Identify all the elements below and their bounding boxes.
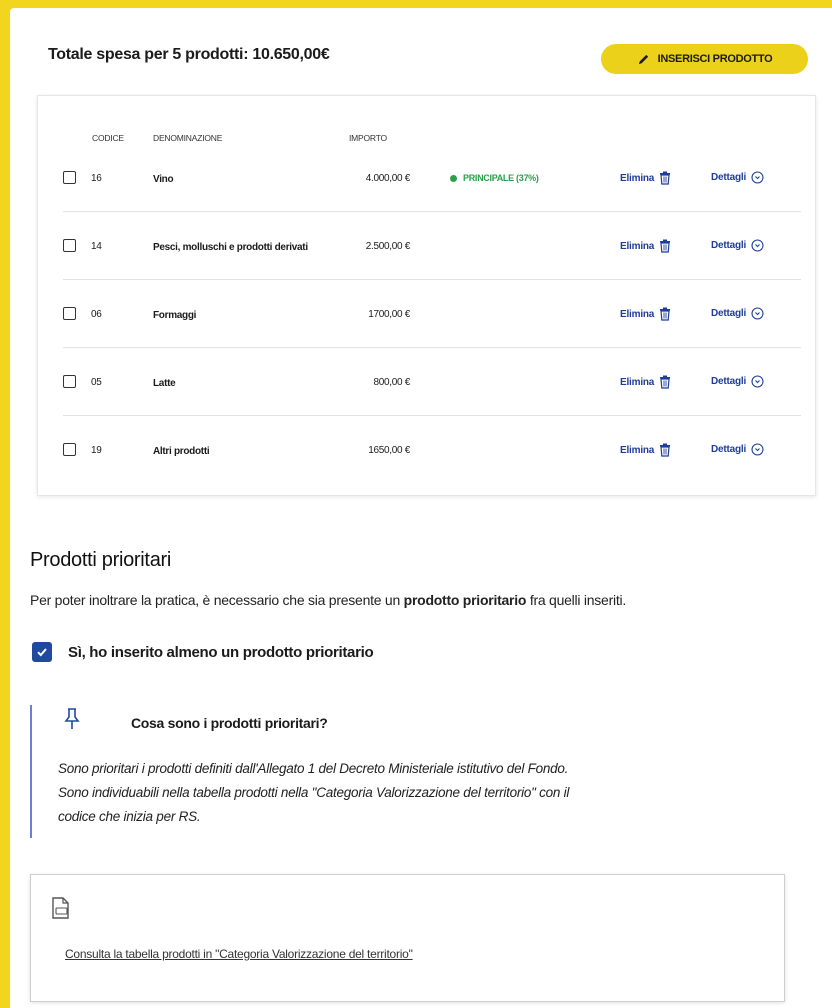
priority-confirm-label: Sì, ho inserito almeno un prodotto prior… [68,643,374,661]
delete-button[interactable]: Elimina [620,443,671,457]
details-button[interactable]: Dettagli [711,307,764,320]
column-header-code: CODICE [92,133,124,143]
delete-label: Elimina [620,172,655,184]
row-code: 16 [91,173,102,184]
trash-icon [660,239,671,253]
delete-button[interactable]: Elimina [620,171,671,185]
desc-bold-text: prodotto prioritario [403,592,527,608]
priority-section-description: Per poter inoltrare la pratica, è necess… [30,592,626,608]
row-amount: 1700,00 € [368,309,410,320]
row-name: Pesci, molluschi e prodotti derivati [153,242,308,253]
delete-button[interactable]: Elimina [620,375,671,389]
delete-button[interactable]: Elimina [620,307,671,321]
status-badge: PRINCIPALE (37%) [450,173,539,183]
info-line: Sono prioritari i prodotti definiti dall… [58,761,569,776]
delete-button[interactable]: Elimina [620,239,671,253]
main-panel: Totale spesa per 5 prodotti: 10.650,00€ … [10,8,832,1008]
details-label: Dettagli [711,240,747,251]
info-body: Sono prioritari i prodotti definiti dall… [58,757,778,829]
badge-label: PRINCIPALE (37%) [463,173,539,183]
priority-confirm-checkbox[interactable]: Sì, ho inserito almeno un prodotto prior… [32,642,374,662]
row-checkbox[interactable] [63,375,76,388]
delete-label: Elimina [620,444,655,456]
pin-icon [64,708,80,729]
delete-label: Elimina [620,376,655,388]
details-button[interactable]: Dettagli [711,239,764,252]
info-title: Cosa sono i prodotti prioritari? [131,715,328,731]
priority-section-title: Prodotti prioritari [30,549,172,571]
row-checkbox[interactable] [63,307,76,320]
trash-icon [660,171,671,185]
row-code: 06 [91,309,102,320]
priority-info-callout: Cosa sono i prodotti prioritari? Sono pr… [30,705,790,838]
delete-label: Elimina [620,240,655,252]
insert-product-button[interactable]: INSERISCI PRODOTTO [601,44,808,74]
row-code: 14 [91,241,102,252]
row-amount: 4.000,00 € [365,173,411,184]
details-label: Dettagli [711,444,747,455]
pdf-icon [52,897,69,919]
row-amount: 2.500,00 € [365,241,411,252]
row-checkbox[interactable] [63,443,76,456]
details-button[interactable]: Dettagli [711,171,764,184]
table-row: 14 Pesci, molluschi e prodotti derivati … [63,212,801,280]
table-row: 05 Latte 800,00 € Elimina Dettagli [63,348,801,416]
pencil-icon [638,54,648,64]
details-button[interactable]: Dettagli [711,443,764,456]
chevron-circle-icon [751,443,764,456]
delete-label: Elimina [620,308,655,320]
products-table: CODICE DENOMINAZIONE IMPORTO 16 Vino 4.0… [37,95,816,496]
details-label: Dettagli [711,376,747,387]
desc-text: Per poter inoltrare la pratica, è necess… [30,592,404,608]
details-label: Dettagli [711,172,747,183]
trash-icon [660,307,671,321]
checkbox-checked-icon[interactable] [32,642,52,662]
summary-header: Totale spesa per 5 prodotti: 10.650,00€ … [48,44,808,74]
desc-text-end: fra quelli inseriti. [526,592,626,608]
row-name: Altri prodotti [153,446,210,457]
details-label: Dettagli [711,308,747,319]
chevron-circle-icon [751,239,764,252]
info-line: Sono individuabili nella tabella prodott… [58,785,570,800]
row-name: Latte [153,378,176,389]
table-row: 06 Formaggi 1700,00 € Elimina Dettagli [63,280,801,348]
trash-icon [660,375,671,389]
total-spend-label: Totale spesa per 5 prodotti: 10.650,00€ [48,46,330,63]
column-header-amount: IMPORTO [349,133,387,143]
insert-product-label: INSERISCI PRODOTTO [657,53,773,65]
info-line: codice che inizia per RS. [58,809,201,824]
table-row: 16 Vino 4.000,00 € PRINCIPALE (37%) Elim… [63,144,801,212]
row-checkbox[interactable] [63,239,76,252]
chevron-circle-icon [751,375,764,388]
chevron-circle-icon [751,307,764,320]
row-code: 05 [91,377,102,388]
trash-icon [660,443,671,457]
table-row: 19 Altri prodotti 1650,00 € Elimina Dett… [63,416,801,484]
chevron-circle-icon [751,171,764,184]
row-amount: 1650,00 € [368,445,410,456]
pdf-document-card: Consulta la tabella prodotti in "Categor… [30,874,785,1002]
status-dot-icon [450,174,457,182]
row-code: 19 [91,445,102,456]
product-table-link[interactable]: Consulta la tabella prodotti in "Categor… [65,947,413,961]
row-name: Formaggi [153,310,197,321]
row-name: Vino [153,174,174,185]
column-header-name: DENOMINAZIONE [153,133,223,143]
row-amount: 800,00 € [373,377,410,388]
details-button[interactable]: Dettagli [711,375,764,388]
row-checkbox[interactable] [63,171,76,184]
